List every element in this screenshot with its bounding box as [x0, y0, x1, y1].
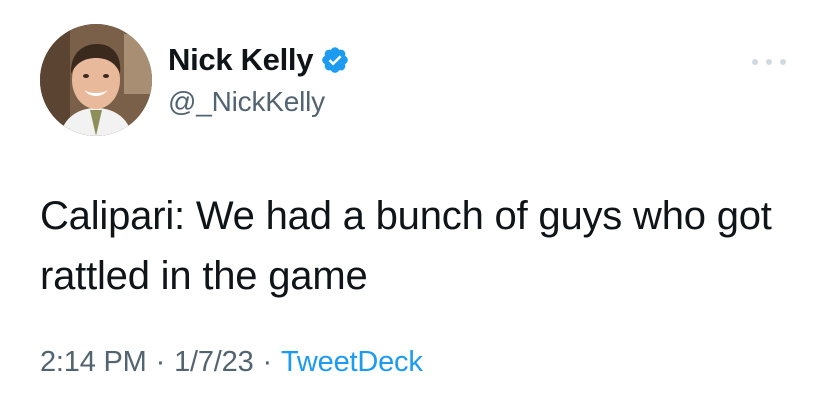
display-name[interactable]: Nick Kelly: [168, 42, 314, 78]
avatar-photo: [40, 24, 152, 136]
tweet-source-link[interactable]: TweetDeck: [281, 346, 423, 378]
tweet-text: Calipari: We had a bunch of guys who got…: [40, 194, 772, 298]
author-block: Nick Kelly @_NickKelly: [168, 40, 350, 118]
verified-badge-icon: [320, 45, 350, 75]
tweet-date[interactable]: 1/7/23: [174, 346, 254, 378]
tweet-meta: 2:14 PM · 1/7/23 · TweetDeck: [40, 346, 423, 379]
dot-icon: [766, 59, 772, 65]
more-options-icon[interactable]: [752, 56, 786, 68]
meta-separator: ·: [155, 346, 166, 378]
meta-separator: ·: [262, 346, 273, 378]
dot-icon: [752, 59, 758, 65]
avatar[interactable]: [40, 24, 152, 136]
name-row: Nick Kelly: [168, 40, 350, 80]
dot-icon: [780, 59, 786, 65]
tweet-time[interactable]: 2:14 PM: [40, 346, 147, 378]
user-handle[interactable]: @_NickKelly: [168, 86, 350, 118]
tweet-card: Nick Kelly @_NickKelly Calipari: We had …: [0, 0, 828, 408]
